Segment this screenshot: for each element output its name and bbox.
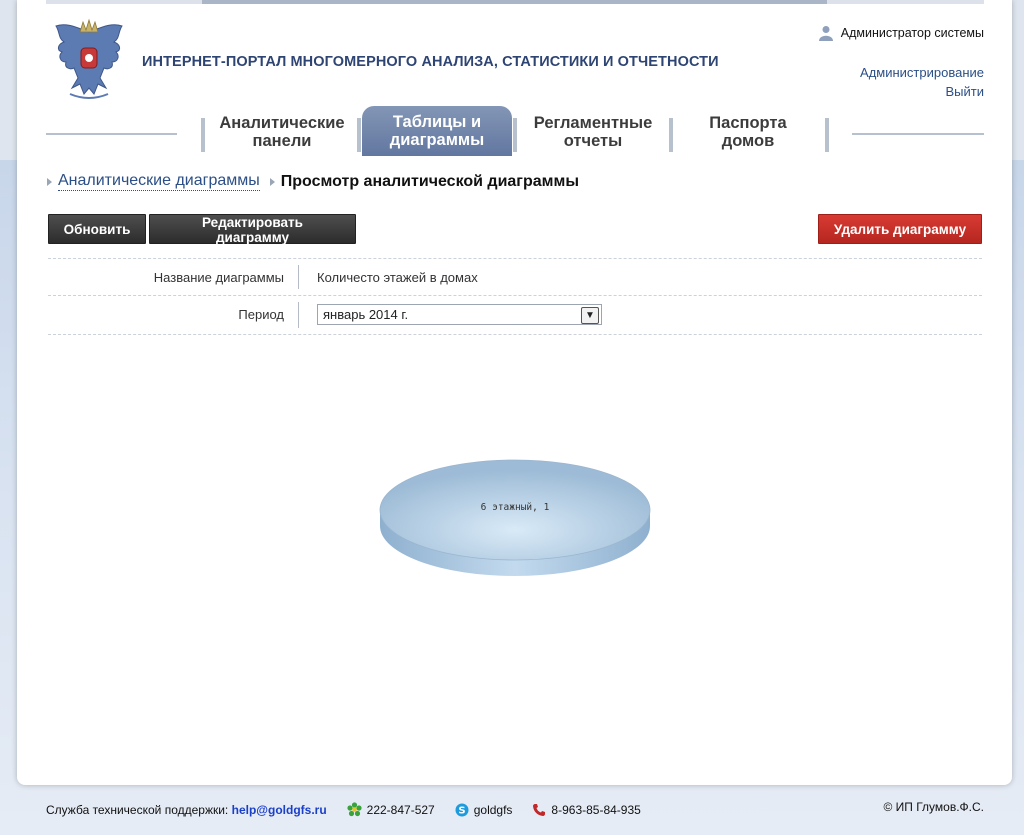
tab-label-line2: диаграммы — [389, 131, 485, 149]
tab-label-line1: Паспорта — [709, 114, 787, 132]
user-block: Администратор системы Администрирование … — [818, 25, 984, 101]
row-divider — [298, 302, 299, 328]
tab-label-line2: отчеты — [563, 132, 623, 150]
nav-separator — [825, 118, 829, 152]
icq-contact: 222-847-527 — [347, 802, 435, 817]
period-select[interactable]: январь 2014 г. ▼ — [317, 304, 602, 325]
logout-link[interactable]: Выйти — [819, 82, 985, 101]
phone-number: 8-963-85-84-935 — [551, 802, 641, 817]
chevron-right-icon — [47, 177, 52, 186]
copyright: © ИП Глумов.Ф.С. — [883, 800, 984, 814]
footer: Служба технической поддержки: help@goldg… — [46, 802, 641, 817]
support-email-link[interactable]: help@goldgfs.ru — [232, 803, 327, 817]
edit-chart-button[interactable]: Редактировать диаграмму — [149, 214, 356, 245]
support-text: Служба технической поддержки: — [46, 802, 229, 817]
nav-line-left — [46, 133, 177, 135]
user-name: Администратор системы — [840, 26, 984, 40]
icq-number: 222-847-527 — [366, 802, 435, 817]
breadcrumb: Аналитические диаграммы Просмотр аналити… — [47, 172, 579, 191]
breadcrumb-parent-link[interactable]: Аналитические диаграммы — [58, 172, 260, 191]
page-title: Просмотр аналитической диаграммы — [280, 172, 579, 190]
period-row: Период январь 2014 г. ▼ — [48, 295, 982, 335]
chevron-right-icon — [269, 177, 275, 186]
nav-separator — [357, 118, 361, 152]
period-select-value: январь 2014 г. — [323, 307, 409, 322]
phone-contact: 8-963-85-84-935 — [532, 802, 641, 817]
tab-house-passports[interactable]: Паспорта домов — [673, 108, 823, 156]
refresh-button[interactable]: Обновить — [48, 214, 146, 244]
chart-name-row: Название диаграммы Количесто этажей в до… — [48, 258, 982, 296]
icq-flower-icon — [347, 802, 362, 817]
skype-icon: S — [455, 803, 469, 816]
portal-title: ИНТЕРНЕТ-ПОРТАЛ МНОГОМЕРНОГО АНАЛИЗА, СТ… — [142, 54, 719, 70]
tab-label-line2: домов — [721, 132, 775, 150]
emblem-logo — [55, 18, 123, 99]
nav-separator — [513, 118, 517, 152]
tab-reports[interactable]: Регламентные отчеты — [518, 108, 668, 156]
skype-name: goldgfs — [473, 802, 513, 817]
phone-icon — [533, 803, 546, 816]
admin-link[interactable]: Администрирование — [819, 63, 984, 82]
tab-label-line1: Регламентные — [533, 114, 653, 132]
form-bottom-border — [48, 334, 982, 335]
pie-chart: 6 этажный, 1 — [379, 459, 651, 576]
svg-text:S: S — [458, 805, 465, 816]
skype-contact: S goldgfs — [455, 802, 513, 817]
tab-label-line1: Аналитические — [219, 114, 345, 132]
top-decor-bar — [46, 0, 984, 4]
user-links: Администрирование Выйти — [819, 63, 984, 101]
nav-separator — [201, 118, 205, 152]
chart-name-label: Название диаграммы — [153, 270, 284, 285]
user-icon — [818, 26, 833, 41]
pie-slice-label: 6 этажный, 1 — [481, 502, 550, 513]
period-label: Период — [238, 307, 284, 322]
tab-label-line1: Таблицы и — [392, 113, 482, 131]
row-divider — [298, 265, 299, 289]
tab-analytic-panels[interactable]: Аналитические панели — [207, 108, 357, 156]
chevron-down-icon: ▼ — [581, 307, 599, 324]
tab-tables-charts[interactable]: Таблицы и диаграммы — [362, 106, 512, 156]
delete-chart-button[interactable]: Удалить диаграмму — [818, 214, 982, 244]
nav-line-right — [852, 133, 984, 135]
chart-name-value: Количесто этажей в домах — [317, 270, 478, 285]
user-line: Администратор системы — [818, 25, 984, 41]
tab-label-line2: панели — [252, 132, 312, 150]
